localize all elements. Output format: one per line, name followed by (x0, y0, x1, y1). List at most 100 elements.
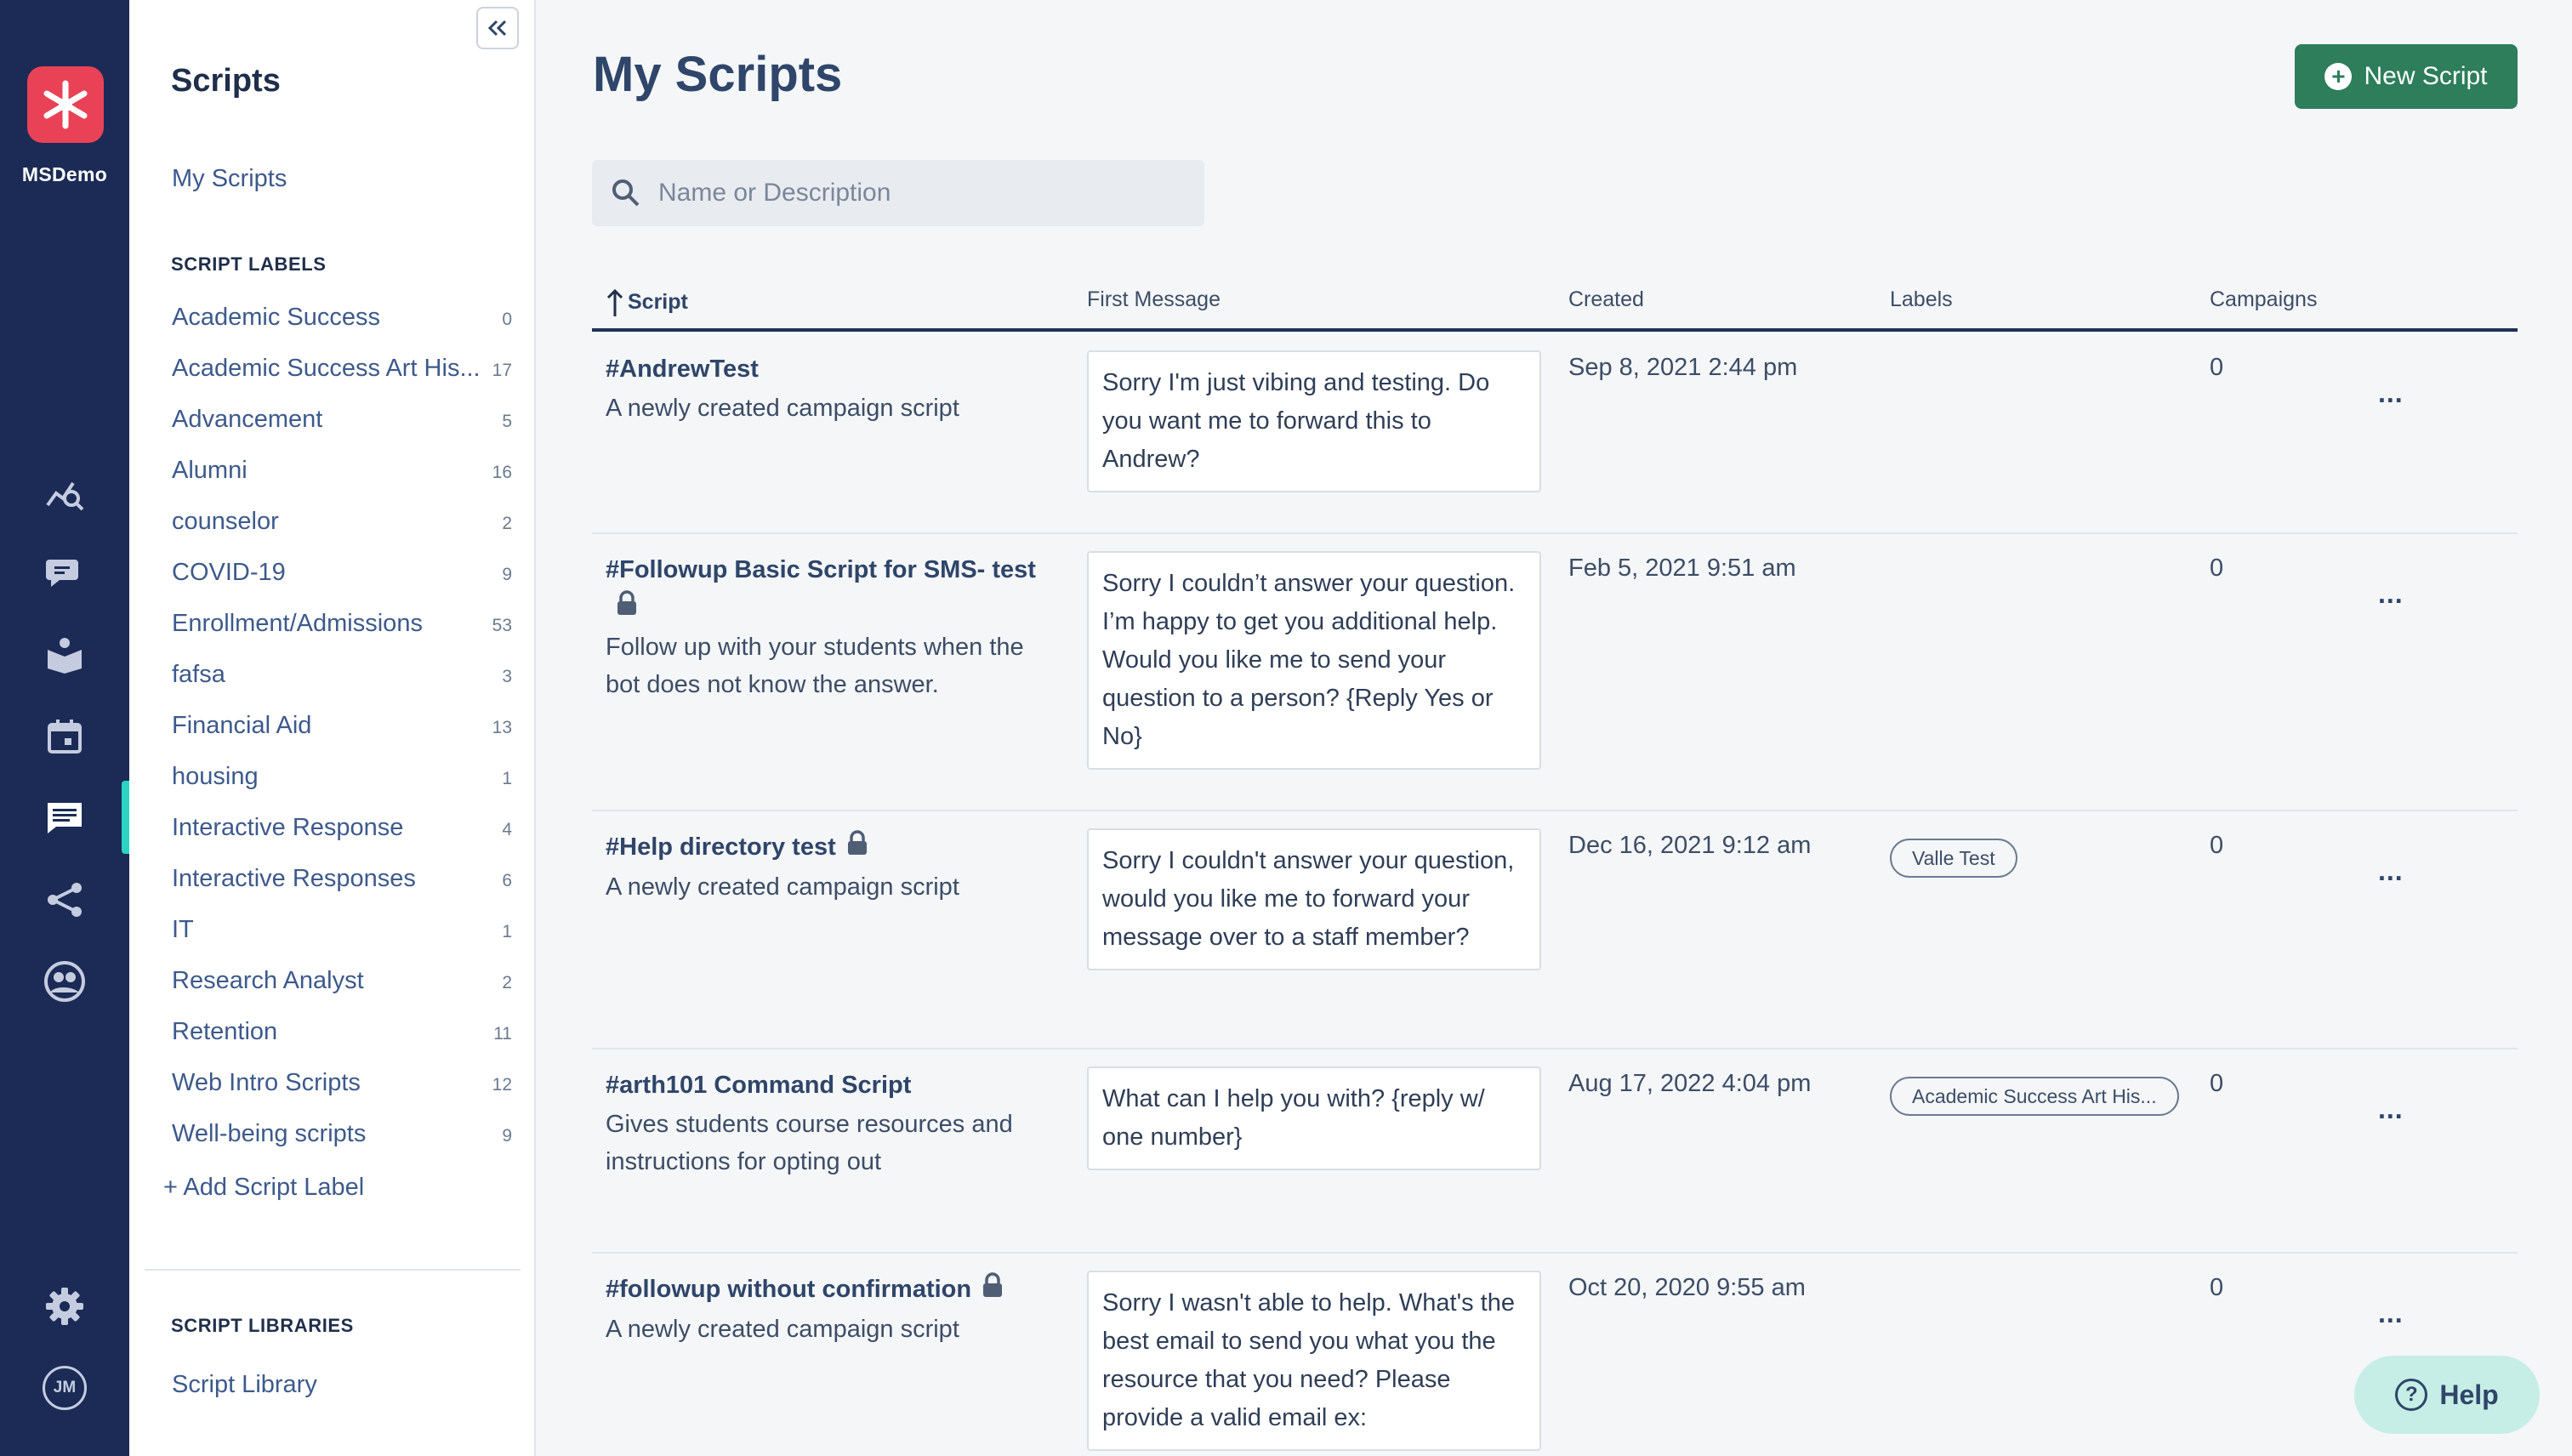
created-date: Oct 20, 2020 9:55 am (1568, 1274, 1806, 1301)
active-nav-indicator (122, 781, 129, 854)
sidebar-item-my-scripts[interactable]: My Scripts (172, 165, 287, 193)
script-description: Follow up with your students when the bo… (606, 634, 1024, 699)
script-name-line[interactable]: #Followup Basic Script for SMS- test (606, 551, 1065, 627)
org-logo[interactable] (27, 66, 104, 143)
sidebar-label-count: 1 (502, 922, 512, 941)
sidebar-label-item[interactable]: Interactive Responses 6 (172, 857, 512, 900)
analytics-icon[interactable] (37, 464, 92, 519)
script-description: A newly created campaign script (606, 395, 959, 422)
script-labels-heading: SCRIPT LABELS (171, 253, 327, 275)
question-circle-icon: ? (2395, 1379, 2428, 1411)
double-chevron-left-icon (487, 20, 507, 37)
search-icon (609, 176, 643, 210)
sidebar-label-name: Financial Aid (172, 711, 312, 739)
column-header-labels[interactable]: Labels (1890, 287, 1953, 312)
table-row[interactable]: #arth101 Command Script Gives students co… (592, 1049, 2518, 1254)
sidebar-label-item[interactable]: Academic Success Art His... 17 (172, 347, 512, 390)
script-name-line[interactable]: #arth101 Command Script (606, 1066, 1065, 1104)
first-message-preview: Sorry I couldn't answer your question, w… (1087, 828, 1541, 970)
script-name-line[interactable]: #Help directory test (606, 828, 1065, 867)
sidebar-label-item[interactable]: Advancement 5 (172, 398, 512, 441)
script-name[interactable]: #Help directory test (606, 833, 836, 861)
script-libraries-heading: SCRIPT LIBRARIES (171, 1315, 354, 1336)
sidebar-label-name: Advancement (172, 405, 323, 433)
script-description: A newly created campaign script (606, 873, 959, 901)
sidebar-label-item[interactable]: IT 1 (172, 908, 512, 951)
script-cell: #AndrewTest A newly created campaign scri… (606, 350, 1065, 427)
conversations-icon[interactable] (37, 546, 92, 600)
first-message-preview: What can I help you with? {reply w/ one … (1087, 1066, 1541, 1170)
first-message-preview: Sorry I'm just vibing and testing. Do yo… (1087, 350, 1541, 492)
created-date: Sep 8, 2021 2:44 pm (1568, 354, 1798, 381)
lock-icon (846, 829, 868, 867)
sidebar-label-item[interactable]: fafsa 3 (172, 653, 512, 696)
label-badge[interactable]: Valle Test (1890, 839, 2017, 878)
created-date: Dec 16, 2021 9:12 am (1568, 832, 1812, 859)
table-row[interactable]: #followup without confirmation A newly cr… (592, 1254, 2518, 1456)
sidebar-label-item[interactable]: Retention 11 (172, 1010, 512, 1053)
contacts-icon[interactable] (37, 954, 92, 1009)
collapse-sidebar-button[interactable] (476, 7, 519, 49)
sidebar-label-name: Alumni (172, 456, 248, 484)
integrations-icon[interactable] (37, 873, 92, 927)
column-header-script-label: Script (628, 289, 688, 314)
label-badge[interactable]: Academic Success Art His... (1890, 1077, 2179, 1116)
sidebar-label-item[interactable]: Web Intro Scripts 12 (172, 1061, 512, 1104)
sidebar-label-item[interactable]: COVID-19 9 (172, 551, 512, 594)
scripts-icon[interactable] (37, 791, 92, 845)
sidebar-label-count: 1 (502, 769, 512, 788)
sidebar-label-item[interactable]: Academic Success 0 (172, 296, 512, 338)
script-cell: #followup without confirmation A newly cr… (606, 1271, 1065, 1348)
script-name-line[interactable]: #followup without confirmation (606, 1271, 1065, 1309)
column-header-first-message[interactable]: First Message (1087, 287, 1221, 312)
column-header-created[interactable]: Created (1568, 287, 1644, 312)
column-header-campaigns[interactable]: Campaigns (2210, 287, 2317, 312)
knowledge-base-icon[interactable] (37, 628, 92, 682)
sidebar-label-item[interactable]: Well-being scripts 9 (172, 1112, 512, 1155)
sidebar-label-item[interactable]: counselor 2 (172, 500, 512, 543)
sidebar-divider (145, 1269, 521, 1271)
script-name[interactable]: #followup without confirmation (606, 1276, 971, 1303)
table-row[interactable]: #Help directory test A newly created camp… (592, 811, 2518, 1049)
script-name-line[interactable]: #AndrewTest (606, 350, 1065, 388)
sidebar-label-name: counselor (172, 507, 279, 535)
column-header-script[interactable]: Script (606, 287, 688, 316)
sidebar-label-name: COVID-19 (172, 558, 286, 586)
sidebar-label-item[interactable]: Alumni 16 (172, 449, 512, 492)
created-date: Aug 17, 2022 4:04 pm (1568, 1070, 1812, 1097)
sidebar-label-item[interactable]: housing 1 (172, 755, 512, 798)
sidebar-label-item[interactable]: Research Analyst 2 (172, 959, 512, 1002)
new-script-button[interactable]: + New Script (2295, 44, 2518, 109)
script-name[interactable]: #Followup Basic Script for SMS- test (606, 556, 1036, 583)
table-row[interactable]: #AndrewTest A newly created campaign scri… (592, 333, 2518, 534)
more-actions-icon[interactable]: ... (2378, 378, 2404, 409)
more-actions-icon[interactable]: ... (2378, 856, 2404, 887)
sidebar-label-item[interactable]: Interactive Response 4 (172, 806, 512, 849)
sidebar-label-count: 13 (492, 718, 512, 737)
asterisk-logo-icon (43, 80, 88, 129)
script-name[interactable]: #AndrewTest (606, 355, 759, 383)
table-row[interactable]: #Followup Basic Script for SMS- test Foll… (592, 534, 2518, 811)
sidebar-label-name: Interactive Responses (172, 864, 416, 892)
sidebar-item-script-library[interactable]: Script Library (172, 1371, 317, 1399)
help-button[interactable]: ? Help (2354, 1356, 2540, 1434)
script-name[interactable]: #arth101 Command Script (606, 1072, 911, 1099)
calendar-icon[interactable] (37, 709, 92, 764)
more-actions-icon[interactable]: ... (2378, 1094, 2404, 1125)
sidebar-label-item[interactable]: Financial Aid 13 (172, 704, 512, 747)
sidebar-label-count: 11 (493, 1024, 512, 1044)
created-date: Feb 5, 2021 9:51 am (1568, 555, 1796, 582)
lock-icon (982, 1271, 1004, 1309)
lock-icon (616, 589, 638, 627)
sidebar-label-item[interactable]: Enrollment/Admissions 53 (172, 602, 512, 645)
more-actions-icon[interactable]: ... (2378, 1298, 2404, 1329)
more-actions-icon[interactable]: ... (2378, 578, 2404, 610)
settings-icon[interactable] (37, 1279, 92, 1334)
search-input[interactable] (658, 179, 1186, 208)
sidebar-label-name: fafsa (172, 660, 225, 688)
user-avatar[interactable]: JM (43, 1366, 87, 1410)
sidebar-label-count: 12 (492, 1075, 512, 1095)
campaigns-count: 0 (2210, 354, 2224, 381)
sidebar-title: Scripts (171, 63, 281, 99)
add-script-label-link[interactable]: + Add Script Label (163, 1174, 364, 1202)
